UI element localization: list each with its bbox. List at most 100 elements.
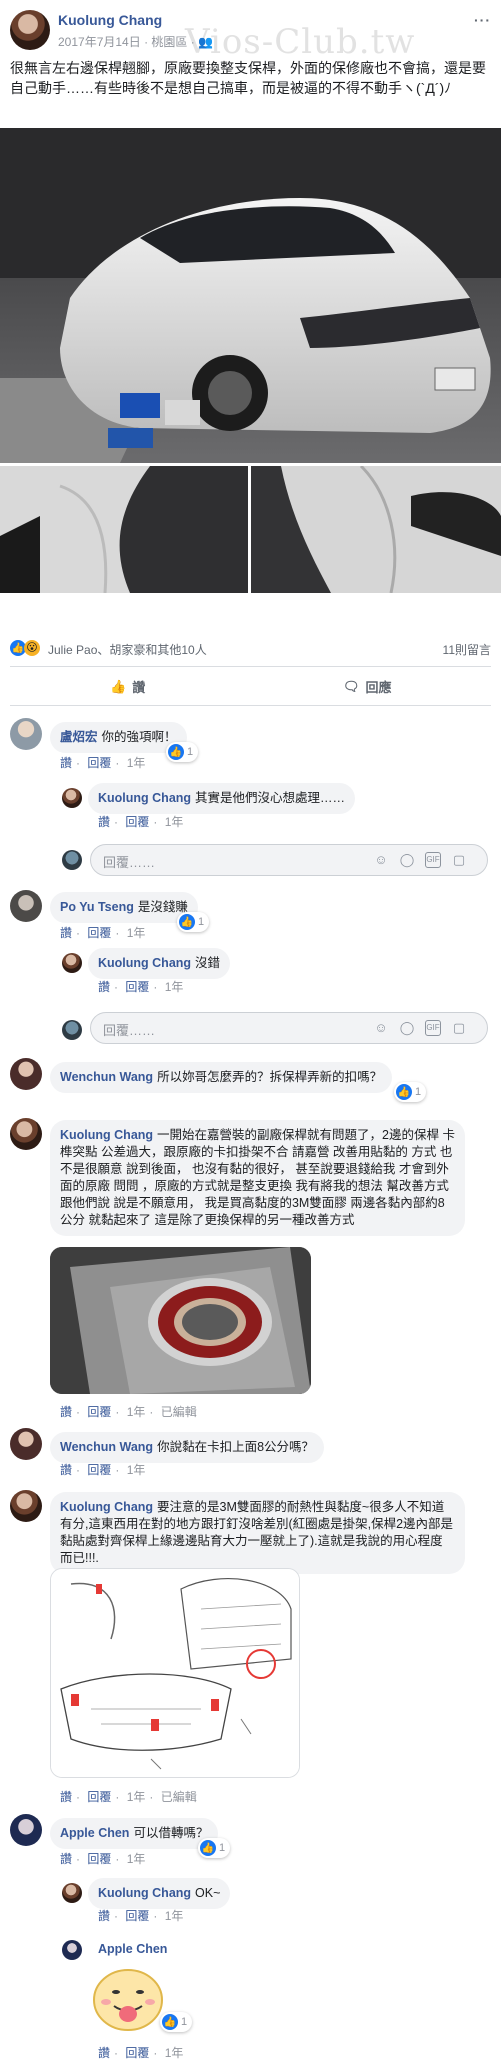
reply-avatar[interactable] <box>62 953 82 973</box>
comment-like-count[interactable]: 👍 1 <box>394 1082 427 1102</box>
comment-time[interactable]: 1年 <box>127 756 146 770</box>
comment-text: 一開始在嘉營裝的副廠保桿就有問題了，2邊的保桿 卡榫突點 公差過大，跟原廠的卡扣… <box>60 1128 455 1227</box>
comment-actions: 讚 · 回覆 · 1年 <box>60 1463 146 1477</box>
comment-reply-link[interactable]: 回覆 <box>125 1909 149 1923</box>
reply-input[interactable]: 回覆…… ☺ ◯ GIF ▢ <box>90 1012 488 1044</box>
post-photo-2[interactable] <box>0 466 248 593</box>
comment-button[interactable]: 🗨 回應 <box>343 677 392 696</box>
commenter-avatar[interactable] <box>10 1058 42 1090</box>
comment-diagram-photo[interactable] <box>50 1568 300 1778</box>
comment-like-count[interactable]: 👍 1 <box>198 1838 231 1858</box>
comment-reply-link[interactable]: 回覆 <box>125 815 149 829</box>
post-author-avatar[interactable] <box>10 10 50 50</box>
reply-avatar[interactable] <box>62 1883 82 1903</box>
post-photo-3[interactable] <box>251 466 501 593</box>
commenter-avatar[interactable] <box>10 1490 42 1522</box>
comment-reply-link[interactable]: 回覆 <box>87 926 111 940</box>
comment-text: 可以借轉嗎？ <box>133 1826 209 1840</box>
sticker-icon[interactable]: ▢ <box>451 852 467 868</box>
reply-avatar[interactable] <box>62 788 82 808</box>
comment-edited[interactable]: 已編輯 <box>161 1405 197 1419</box>
comment-reply-link[interactable]: 回覆 <box>87 1790 111 1804</box>
comment-author[interactable]: Kuolung Chang <box>98 956 191 970</box>
gif-icon[interactable]: GIF <box>425 852 441 868</box>
comment-like-link[interactable]: 讚 <box>98 2046 110 2060</box>
comment-author[interactable]: Po Yu Tseng <box>60 900 134 914</box>
emoji-icon[interactable]: ☺ <box>373 1020 389 1036</box>
gif-icon[interactable]: GIF <box>425 1020 441 1036</box>
tongue-face-sticker-icon <box>93 1969 163 2031</box>
reaction-summary[interactable]: Julie Pao、胡家豪和其他10人 <box>48 641 207 658</box>
comment-like-count[interactable]: 👍 1 <box>166 742 199 762</box>
reaction-icons[interactable]: 👍 😮 <box>10 640 40 656</box>
comment-like-link[interactable]: 讚 <box>60 1852 72 1866</box>
comment-time[interactable]: 1年 <box>127 926 146 940</box>
emoji-icon[interactable]: ☺ <box>373 852 389 868</box>
audience-friends-icon[interactable]: 👥 <box>198 35 213 49</box>
reply-placeholder: 回覆…… <box>103 855 156 870</box>
comment-author[interactable]: Kuolung Chang <box>60 1500 153 1514</box>
like-button[interactable]: 👍 讚 <box>110 677 145 696</box>
comment-author[interactable]: 盧炤宏 <box>60 730 98 744</box>
commenter-avatar[interactable] <box>10 1814 42 1846</box>
comment-like-link[interactable]: 讚 <box>60 926 72 940</box>
comment-reply-link[interactable]: 回覆 <box>125 980 149 994</box>
comment-time[interactable]: 1年 <box>127 1852 146 1866</box>
comment-reply-link[interactable]: 回覆 <box>87 1463 111 1477</box>
post-options-icon[interactable]: ··· <box>474 12 491 28</box>
comment-photo[interactable] <box>50 1247 311 1394</box>
comment-time[interactable]: 1年 <box>165 2046 184 2060</box>
comment-time[interactable]: 1年 <box>127 1463 146 1477</box>
reply-input[interactable]: 回覆…… ☺ ◯ GIF ▢ <box>90 844 488 876</box>
post-location[interactable]: 桃園區 <box>151 35 187 49</box>
commenter-avatar[interactable] <box>10 718 42 750</box>
comment-like-link[interactable]: 讚 <box>98 815 110 829</box>
comment-count[interactable]: 11則留言 <box>443 641 491 658</box>
comment-like-link[interactable]: 讚 <box>60 1790 72 1804</box>
reply-avatar[interactable] <box>62 1940 82 1960</box>
comment-author[interactable]: Wenchun Wang <box>60 1070 153 1084</box>
camera-icon[interactable]: ◯ <box>399 852 415 868</box>
comment-time[interactable]: 1年 <box>165 980 184 994</box>
comment-time[interactable]: 1年 <box>165 815 184 829</box>
divider <box>10 705 491 706</box>
reply-bubble: Kuolung Chang OK~ <box>88 1878 231 1909</box>
comment-like-count[interactable]: 👍 1 <box>160 2012 193 2032</box>
comment-like-link[interactable]: 讚 <box>98 980 110 994</box>
comment-bubble: Po Yu Tseng 是沒錢賺 <box>50 892 198 923</box>
comment-text: 所以妳哥怎麼弄的？拆保桿弄新的扣嗎？ <box>157 1070 383 1084</box>
comment-reply-link[interactable]: 回覆 <box>125 2046 149 2060</box>
comment-author[interactable]: Apple Chen <box>60 1826 129 1840</box>
reply-placeholder: 回覆…… <box>103 1023 156 1038</box>
thumbs-up-icon: 👍 <box>110 678 127 694</box>
comment-author[interactable]: Kuolung Chang <box>98 1886 191 1900</box>
comment-time[interactable]: 1年 <box>165 1909 184 1923</box>
comment-edited[interactable]: 已編輯 <box>161 1790 197 1804</box>
sticker-image[interactable] <box>92 1968 164 2032</box>
comment-like-link[interactable]: 讚 <box>60 756 72 770</box>
post-author-name[interactable]: Kuolung Chang <box>58 12 162 28</box>
post-date[interactable]: 2017年7月14日 <box>58 35 141 49</box>
commenter-avatar[interactable] <box>10 890 42 922</box>
comment-like-link[interactable]: 讚 <box>98 1909 110 1923</box>
comment-author[interactable]: Kuolung Chang <box>60 1128 153 1142</box>
comment-time[interactable]: 1年 <box>127 1790 146 1804</box>
comment-like-link[interactable]: 讚 <box>60 1405 72 1419</box>
commenter-avatar[interactable] <box>10 1428 42 1460</box>
like-button-label: 讚 <box>132 680 146 695</box>
comment-reply-link[interactable]: 回覆 <box>87 1405 111 1419</box>
sticker-icon[interactable]: ▢ <box>451 1020 467 1036</box>
commenter-avatar[interactable] <box>10 1118 42 1150</box>
comment-author[interactable]: Apple Chen <box>98 1942 167 1956</box>
comment-time[interactable]: 1年 <box>127 1405 146 1419</box>
wow-reaction-icon: 😮 <box>24 640 40 656</box>
camera-icon[interactable]: ◯ <box>399 1020 415 1036</box>
comment-like-count[interactable]: 👍 1 <box>177 912 210 932</box>
comment-like-link[interactable]: 讚 <box>60 1463 72 1477</box>
comment-author[interactable]: Wenchun Wang <box>60 1440 153 1454</box>
post-photo-main[interactable] <box>0 128 501 463</box>
comment-text: 是沒錢賺 <box>137 900 188 914</box>
comment-author[interactable]: Kuolung Chang <box>98 791 191 805</box>
comment-reply-link[interactable]: 回覆 <box>87 1852 111 1866</box>
comment-reply-link[interactable]: 回覆 <box>87 756 111 770</box>
